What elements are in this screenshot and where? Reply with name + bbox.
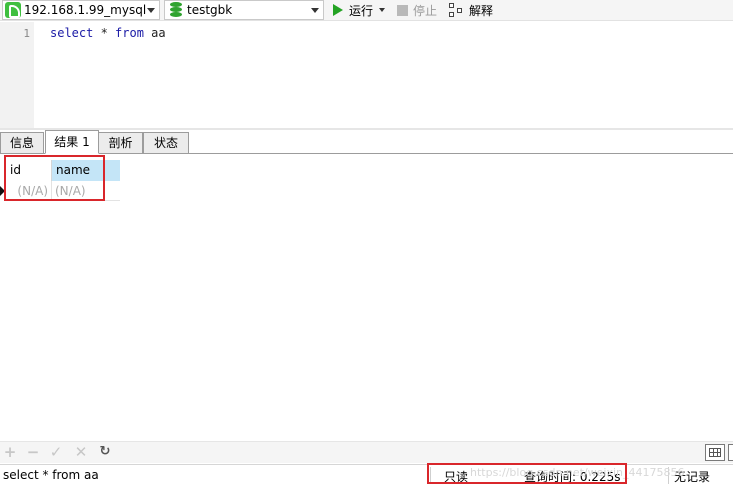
add-record-button[interactable]: +	[2, 444, 18, 460]
apply-button[interactable]: ✓	[48, 444, 64, 460]
connection-select[interactable]: 192.168.1.99_mysql	[2, 0, 160, 20]
chevron-down-icon[interactable]	[311, 8, 319, 13]
stop-icon	[397, 4, 408, 16]
run-dropdown-icon[interactable]	[379, 8, 386, 12]
sql-keyword: from	[115, 26, 144, 40]
sql-text: aa	[143, 26, 166, 40]
grid-highlight-box	[4, 155, 105, 201]
run-label: 运行	[349, 3, 374, 18]
tab-profile[interactable]: 剖析	[98, 132, 143, 154]
database-name: testgbk	[187, 3, 233, 17]
form-view-icon[interactable]	[728, 444, 733, 461]
stop-button[interactable]: 停止	[397, 1, 437, 19]
status-highlight-box	[427, 463, 627, 484]
refresh-button[interactable]: ↻	[97, 444, 113, 460]
sql-query-text[interactable]: select * from aa	[50, 26, 166, 40]
editor-splitter[interactable]	[0, 128, 733, 130]
database-icon	[170, 2, 182, 18]
grid-view-icon[interactable]	[705, 444, 725, 461]
record-nav-bar: + − ✓ ✕ ↻	[0, 441, 733, 463]
play-icon	[333, 4, 343, 16]
sql-editor[interactable]: 1 select * from aa	[0, 22, 733, 128]
discard-button[interactable]: ✕	[73, 444, 89, 460]
sql-text: *	[93, 26, 116, 40]
tab-status[interactable]: 状态	[143, 132, 189, 154]
delete-record-button[interactable]: −	[25, 444, 41, 460]
stop-label: 停止	[413, 3, 438, 18]
run-button[interactable]: 运行	[333, 1, 386, 19]
chevron-down-icon[interactable]	[147, 8, 155, 13]
line-number: 1	[23, 27, 30, 40]
line-gutter: 1	[0, 22, 34, 128]
database-select[interactable]: testgbk	[164, 0, 324, 20]
toolbar: 192.168.1.99_mysql testgbk 运行 停止 解释	[0, 0, 733, 21]
mysql-connection-icon	[5, 2, 21, 18]
tab-result-1[interactable]: 结果 1	[45, 130, 99, 154]
explain-button[interactable]: 解释	[449, 1, 493, 19]
result-tabs: 信息 剖析 状态 结果 1	[0, 130, 733, 154]
explain-icon	[449, 3, 464, 17]
tab-info[interactable]: 信息	[0, 132, 44, 154]
explain-label: 解释	[469, 3, 494, 18]
sql-keyword: select	[50, 26, 94, 40]
status-sql: select * from aa	[3, 468, 99, 482]
connection-name: 192.168.1.99_mysql	[24, 3, 147, 17]
